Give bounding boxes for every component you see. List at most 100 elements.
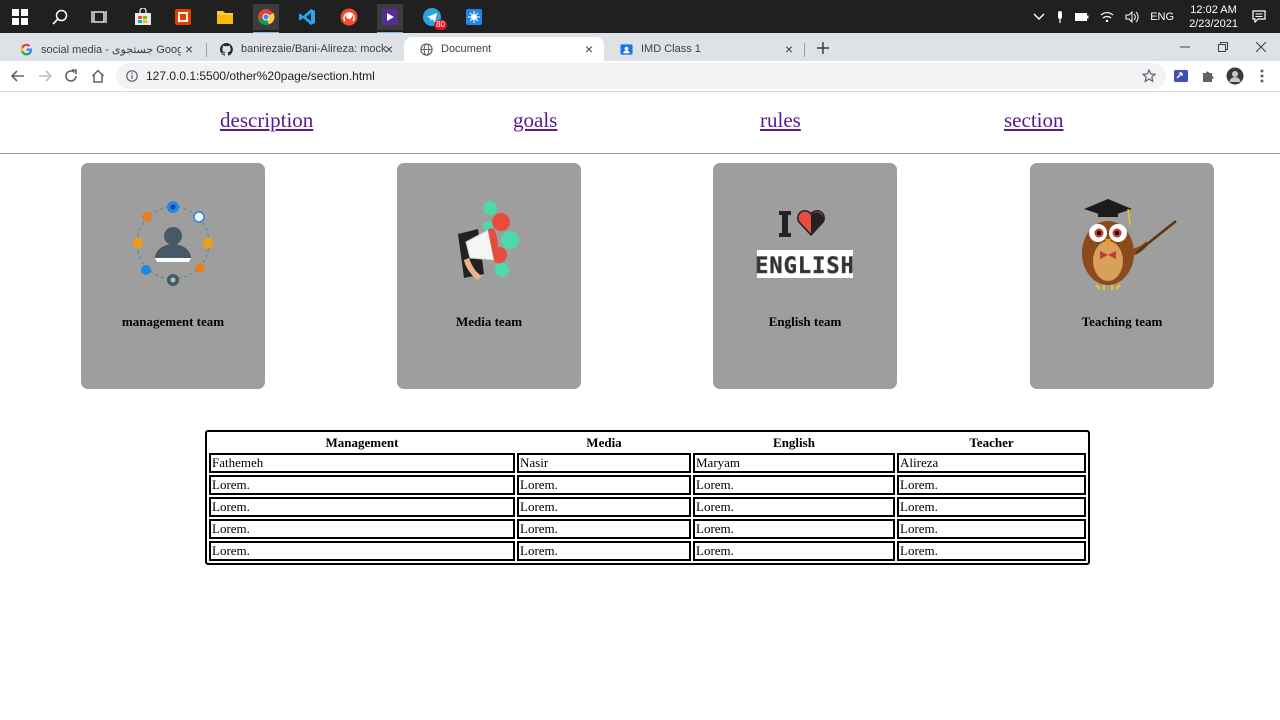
volume-icon[interactable] bbox=[1125, 10, 1139, 23]
table-cell: Lorem. bbox=[693, 497, 895, 517]
management-network-icon bbox=[123, 197, 223, 293]
nav-link-description[interactable]: description bbox=[220, 108, 313, 133]
office-icon[interactable] bbox=[170, 4, 196, 30]
info-icon[interactable] bbox=[125, 69, 139, 83]
table-cell: Lorem. bbox=[517, 519, 691, 539]
table-cell: Fathemeh bbox=[209, 453, 515, 473]
table-cell: Lorem. bbox=[209, 475, 515, 495]
team-card-media[interactable]: Media team bbox=[397, 163, 581, 389]
store-icon[interactable] bbox=[130, 4, 156, 30]
team-card-english[interactable]: ENGLISH English team bbox=[713, 163, 897, 389]
browser-toolbar: 127.0.0.1:5500/other%20page/section.html bbox=[0, 61, 1280, 92]
menu-kebab-icon[interactable] bbox=[1253, 67, 1271, 85]
tab-title: banirezaie/Bani-Alireza: mock-ht bbox=[241, 43, 386, 55]
microphone-icon[interactable] bbox=[1056, 10, 1064, 23]
back-arrow-icon[interactable] bbox=[9, 67, 27, 85]
tab-title: IMD Class 1 bbox=[641, 43, 701, 55]
close-tab-icon[interactable]: × bbox=[182, 41, 196, 57]
clock-time: 12:02 AM bbox=[1190, 3, 1237, 16]
table-cell: Lorem. bbox=[693, 475, 895, 495]
close-tab-icon[interactable]: × bbox=[382, 41, 396, 57]
language-indicator[interactable]: ENG bbox=[1150, 11, 1174, 23]
vscode-icon[interactable] bbox=[294, 4, 320, 30]
restore-icon[interactable] bbox=[1204, 33, 1242, 61]
bookmark-star-icon[interactable] bbox=[1141, 68, 1157, 84]
table-cell: Lorem. bbox=[517, 541, 691, 561]
cast-extension-icon[interactable] bbox=[1172, 67, 1190, 85]
team-members-table-wrapper: Management Media English Teacher Fatheme… bbox=[205, 430, 1090, 565]
app-icon[interactable] bbox=[461, 4, 487, 30]
profile-avatar-icon[interactable] bbox=[1226, 67, 1244, 85]
chevron-up-icon[interactable] bbox=[1033, 13, 1045, 21]
minimize-icon[interactable] bbox=[1166, 33, 1204, 61]
table-cell: Lorem. bbox=[517, 475, 691, 495]
github-icon bbox=[219, 42, 233, 56]
column-header-management: Management bbox=[325, 434, 399, 450]
home-icon[interactable] bbox=[89, 67, 107, 85]
web-page: description goals rules section manageme… bbox=[0, 92, 1280, 720]
svg-text:ENGLISH: ENGLISH bbox=[755, 254, 855, 279]
nav-link-rules[interactable]: rules bbox=[760, 108, 801, 133]
team-members-table: Management Media English Teacher Fatheme… bbox=[205, 430, 1090, 565]
nav-link-section[interactable]: section bbox=[1004, 108, 1063, 133]
close-tab-icon[interactable]: × bbox=[782, 41, 796, 57]
table-cell: Lorem. bbox=[209, 497, 515, 517]
team-card-teaching[interactable]: Teaching team bbox=[1030, 163, 1214, 389]
google-icon bbox=[19, 42, 33, 56]
table-cell: Nasir bbox=[517, 453, 691, 473]
i-love-english-icon: ENGLISH bbox=[755, 197, 855, 293]
forward-arrow-icon[interactable] bbox=[36, 67, 54, 85]
tab-document[interactable]: Document × bbox=[404, 37, 604, 61]
table-row: Lorem. Lorem. Lorem. Lorem. bbox=[209, 475, 1086, 495]
table-cell: Maryam bbox=[693, 453, 895, 473]
new-tab-button[interactable] bbox=[814, 39, 832, 57]
card-label: English team bbox=[768, 314, 842, 329]
table-cell: Alireza bbox=[897, 453, 1086, 473]
column-header-english: English bbox=[773, 434, 815, 450]
close-tab-icon[interactable]: × bbox=[582, 41, 596, 57]
card-label: Teaching team bbox=[1081, 314, 1163, 329]
tab-title: Document bbox=[441, 43, 492, 55]
file-explorer-icon[interactable] bbox=[212, 4, 238, 30]
table-cell: Lorem. bbox=[897, 519, 1086, 539]
telegram-badge: 80 bbox=[434, 20, 447, 30]
table-row: Fathemeh Nasir Maryam Alireza bbox=[209, 453, 1086, 473]
table-cell: Lorem. bbox=[897, 541, 1086, 561]
chrome-icon[interactable] bbox=[253, 4, 279, 34]
table-cell: Lorem. bbox=[897, 475, 1086, 495]
url-text: 127.0.0.1:5500/other%20page/section.html bbox=[146, 69, 375, 83]
team-card-management[interactable]: management team bbox=[81, 163, 265, 389]
table-row: Lorem. Lorem. Lorem. Lorem. bbox=[209, 519, 1086, 539]
podcast-icon[interactable] bbox=[336, 4, 362, 30]
table-cell: Lorem. bbox=[517, 497, 691, 517]
task-view-icon[interactable] bbox=[86, 4, 112, 30]
classroom-icon bbox=[619, 42, 633, 56]
tab-imd-class[interactable]: IMD Class 1 × bbox=[604, 37, 804, 61]
reload-icon[interactable] bbox=[62, 67, 80, 85]
tab-google-search[interactable]: social media - جستجوی Google × bbox=[4, 37, 204, 61]
site-nav: description goals rules section bbox=[0, 92, 1280, 154]
nav-link-goals[interactable]: goals bbox=[513, 108, 557, 133]
extensions-puzzle-icon[interactable] bbox=[1199, 67, 1217, 85]
battery-icon[interactable] bbox=[1075, 12, 1089, 22]
close-window-icon[interactable] bbox=[1242, 33, 1280, 61]
clock-date: 2/23/2021 bbox=[1189, 17, 1238, 30]
windows-start-icon[interactable] bbox=[7, 4, 33, 30]
owl-teacher-icon bbox=[1076, 197, 1180, 293]
telegram-icon[interactable]: 80 bbox=[419, 4, 447, 30]
tab-separator bbox=[804, 43, 805, 57]
tab-title: social media - جستجوی Google bbox=[41, 43, 181, 56]
tab-github[interactable]: banirezaie/Bani-Alireza: mock-ht × bbox=[204, 37, 404, 61]
wifi-icon[interactable] bbox=[1100, 11, 1114, 23]
globe-icon bbox=[419, 42, 433, 56]
table-cell: Lorem. bbox=[693, 519, 895, 539]
column-header-teacher: Teacher bbox=[969, 434, 1014, 450]
address-bar[interactable]: 127.0.0.1:5500/other%20page/section.html bbox=[116, 63, 1166, 89]
table-header-row: Management Media English Teacher bbox=[209, 434, 1086, 451]
search-icon[interactable] bbox=[47, 4, 73, 30]
table-cell: Lorem. bbox=[209, 541, 515, 561]
windows-taskbar: 80 ENG 12:02 AM 2/23/2021 bbox=[0, 0, 1280, 34]
clock[interactable]: 12:02 AM 2/23/2021 bbox=[1189, 3, 1238, 31]
notification-icon[interactable] bbox=[1252, 10, 1266, 23]
visual-studio-icon[interactable] bbox=[377, 4, 403, 34]
